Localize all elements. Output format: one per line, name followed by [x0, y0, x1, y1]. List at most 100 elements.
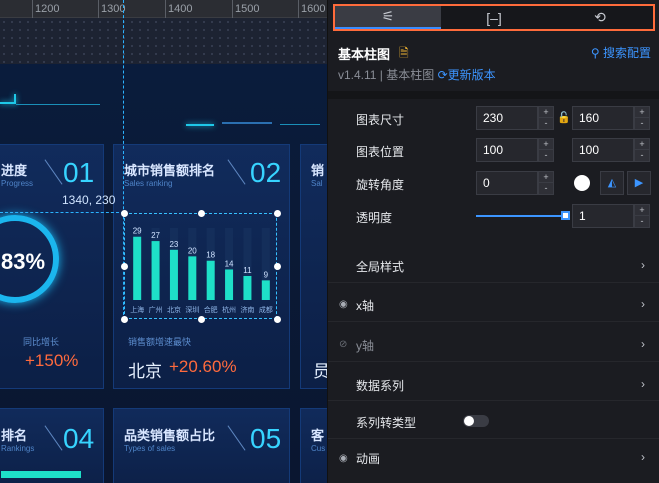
update-version-link[interactable]: ⟳更新版本 [438, 68, 496, 82]
series-type-toggle[interactable] [463, 415, 489, 427]
bar [225, 269, 234, 300]
height-stepper[interactable]: + - [634, 106, 650, 130]
bar-value-label: 14 [225, 259, 234, 268]
bar [151, 241, 160, 300]
resize-handle-top[interactable] [198, 210, 205, 217]
width-input[interactable]: 230 [476, 106, 538, 130]
decrement-button[interactable]: - [635, 150, 649, 161]
section-divider [328, 438, 659, 439]
resize-handle-top-left[interactable] [121, 210, 128, 217]
ruler-label: 1500 [235, 3, 260, 15]
eye-icon[interactable]: ◉ [339, 453, 348, 464]
panel-partial: 客 Cus [300, 408, 327, 483]
stat-label: 同比增长 [23, 337, 60, 347]
search-config-label: 搜索配置 [602, 46, 651, 60]
panel-progress: 进度 Progress 01 83% 同比增长 +150% [0, 144, 104, 389]
canvas-area[interactable]: 1200 1300 1400 1500 1600 进度 Progress 01 … [0, 0, 327, 483]
increment-button[interactable]: + [539, 107, 553, 118]
panel-title: 城市销售额排名 [124, 163, 216, 178]
section-label: 数据系列 [356, 379, 405, 393]
config-panel: ⚟ [–] ⟲ 基本柱图 🗎 ⚲ 搜索配置 v1.4.11 | 基本柱图 ⟳更新… [327, 0, 659, 483]
bar [133, 236, 142, 300]
decrement-button[interactable]: - [539, 183, 553, 194]
opacity-label: 透明度 [356, 211, 393, 225]
decrement-button[interactable]: - [635, 118, 649, 129]
ruler-label: 1200 [35, 3, 60, 15]
increment-button[interactable]: + [635, 205, 649, 216]
opacity-input[interactable]: 1 [572, 204, 634, 228]
decor-line [16, 104, 100, 105]
resize-handle-right[interactable] [274, 263, 281, 270]
decrement-button[interactable]: - [635, 216, 649, 227]
bar-value-label: 23 [169, 240, 178, 249]
panel-category-share: 品类销售额占比 Types of sales 05 [113, 408, 290, 483]
decor-line [222, 122, 272, 124]
category-tick-label: 成都 [259, 305, 273, 314]
panel-subtitle: Sales ranking [124, 179, 173, 188]
category-tick-label: 深圳 [185, 305, 199, 314]
lock-ratio-icon[interactable]: 🔓 [557, 111, 571, 124]
rotation-input[interactable]: 0 [476, 171, 538, 195]
tab-settings[interactable]: ⚟ [335, 6, 441, 29]
decrement-button[interactable]: - [539, 150, 553, 161]
tab-data[interactable]: [–] [441, 6, 547, 29]
opacity-slider-thumb[interactable] [561, 211, 570, 220]
position-x-stepper[interactable]: + - [538, 138, 554, 162]
bar [169, 249, 178, 300]
rotation-knob[interactable] [574, 175, 590, 191]
resize-handle-bottom-left[interactable] [121, 316, 128, 323]
height-input[interactable]: 160 [572, 106, 634, 130]
eye-off-icon[interactable]: ⊘ [339, 339, 347, 350]
increment-button[interactable]: + [539, 139, 553, 150]
version-text: v1.4.11 | 基本柱图 [338, 68, 435, 82]
chevron-right-icon: › [641, 337, 645, 351]
title-divider [44, 425, 63, 451]
decrement-button[interactable]: - [539, 118, 553, 129]
chevron-right-icon: › [641, 297, 645, 311]
increment-button[interactable]: + [635, 139, 649, 150]
position-y-input[interactable]: 100 [572, 138, 634, 162]
resize-handle-left[interactable] [121, 263, 128, 270]
stat-value: +20.60% [169, 357, 237, 376]
panel-number: 02 [250, 157, 282, 188]
rotation-stepper[interactable]: + - [538, 171, 554, 195]
ruler-tick [98, 0, 99, 18]
sliders-icon: ⚟ [381, 8, 395, 24]
bar-value-label: 20 [188, 246, 197, 255]
position-y-stepper[interactable]: + - [634, 138, 650, 162]
width-stepper[interactable]: + - [538, 106, 554, 130]
position-x-input[interactable]: 100 [476, 138, 538, 162]
stat-label: 销售额增速最快 [128, 337, 192, 347]
opacity-slider[interactable] [476, 215, 566, 217]
resize-handle-bottom[interactable] [198, 316, 205, 323]
bar-value-label: 11 [243, 266, 252, 275]
decor-line [280, 124, 320, 125]
panel-title: 排名 [1, 428, 28, 443]
flip-horizontal-icon[interactable]: ◭ [600, 171, 624, 195]
section-label: x轴 [356, 299, 375, 313]
ranking-bar [1, 471, 81, 478]
bar [206, 260, 215, 300]
panel-ranking: 排名 Rankings 04 [0, 408, 104, 483]
search-config-link[interactable]: ⚲ 搜索配置 [591, 44, 651, 61]
section-label: 全局样式 [356, 260, 405, 274]
category-tick-label: 合肥 [204, 305, 218, 314]
bar [188, 256, 197, 300]
eye-icon[interactable]: ◉ [339, 299, 348, 310]
opacity-stepper[interactable]: + - [634, 204, 650, 228]
flip-vertical-icon[interactable]: ▶ [627, 171, 651, 195]
panel-subtitle: Progress [1, 179, 34, 188]
increment-button[interactable]: + [539, 172, 553, 183]
toggle-knob [464, 416, 474, 426]
selected-bar-chart[interactable]: 29 上海 27 广州 23 北京 20 深圳 18 合肥 14 杭州 11 济南 9 成都 [121, 210, 281, 323]
document-icon[interactable]: 🗎 [399, 44, 409, 65]
search-icon: ⚲ [590, 46, 603, 60]
resize-handle-top-right[interactable] [274, 210, 281, 217]
update-version-label: 更新版本 [447, 68, 496, 82]
resize-handle-bottom-right[interactable] [274, 316, 281, 323]
category-tick-label: 广州 [149, 305, 163, 314]
position-label: 图表位置 [356, 145, 405, 159]
tab-interaction[interactable]: ⟲ [547, 6, 653, 29]
increment-button[interactable]: + [635, 107, 649, 118]
panel-number: 05 [250, 423, 282, 454]
